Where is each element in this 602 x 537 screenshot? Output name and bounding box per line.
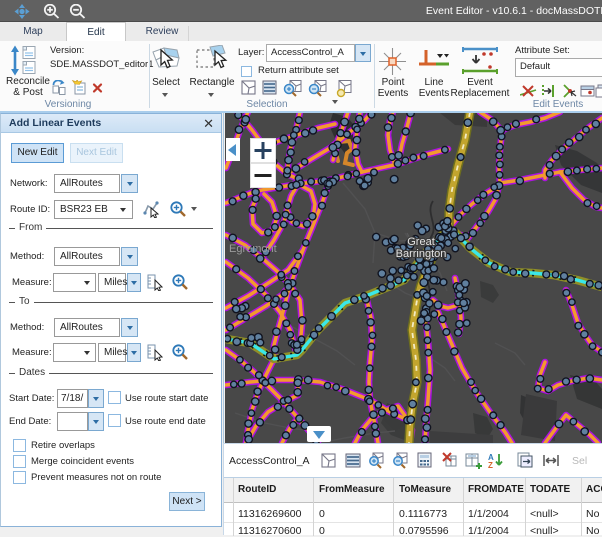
svg-text:Great: Great (407, 236, 435, 248)
svg-text:Barrington: Barrington (396, 248, 447, 260)
svg-text:Z: Z (488, 461, 493, 470)
svg-text:Egremont: Egremont (229, 243, 277, 255)
